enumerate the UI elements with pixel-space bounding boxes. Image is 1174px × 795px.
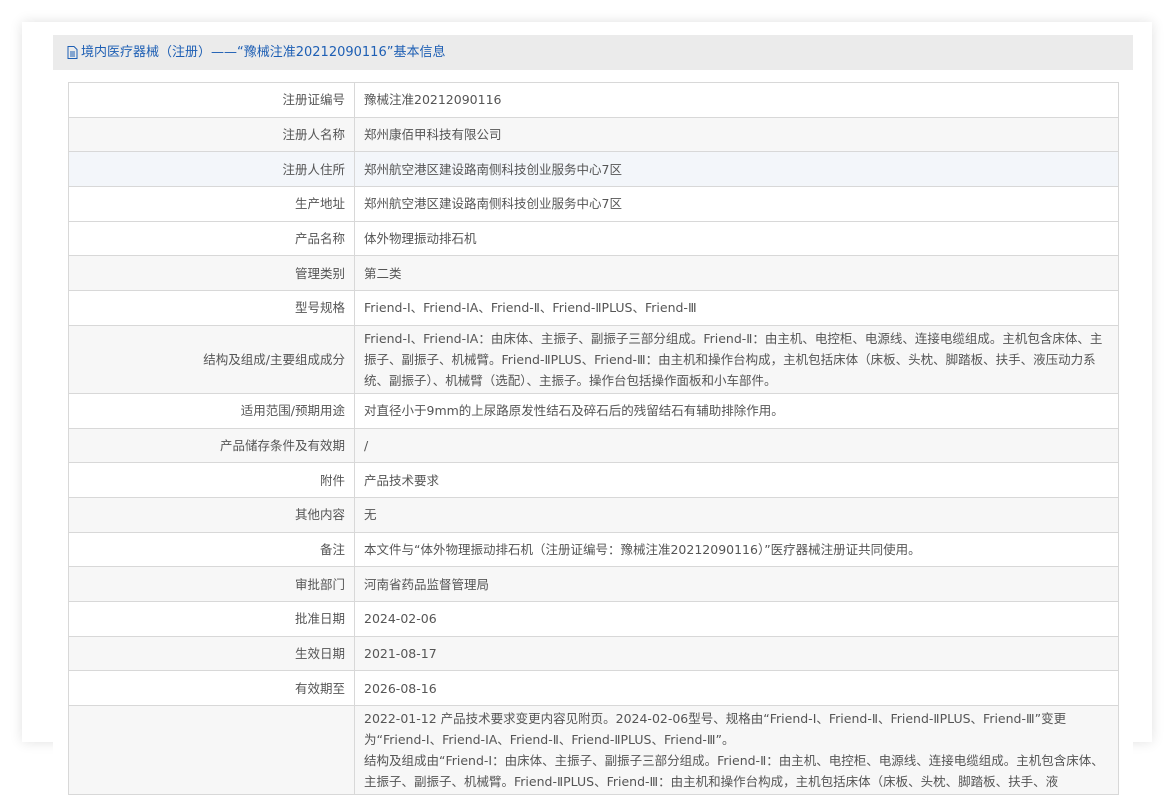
table-row: 有效期至 2026-08-16 [68, 670, 1119, 706]
table-row: 产品储存条件及有效期 / [68, 427, 1119, 464]
field-label: 生产地址 [68, 186, 355, 222]
table-row: 备注 本文件与“体外物理振动排石机（注册证编号：豫械注准20212090116）”… [68, 531, 1119, 568]
field-value: 本文件与“体外物理振动排石机（注册证编号：豫械注准20212090116）”医疗… [354, 531, 1119, 568]
field-value: 对直径小于9mm的上尿路原发性结石及碎石后的残留结石有辅助排除作用。 [354, 392, 1119, 429]
field-label: 备注 [68, 531, 355, 568]
field-value: 体外物理振动排石机 [354, 220, 1119, 257]
field-label: 其他内容 [68, 496, 355, 533]
field-value: 豫械注准20212090116 [354, 82, 1119, 118]
change-note: 2022-01-12 产品技术要求变更内容见附页。2024-02-06型号、规格… [364, 711, 1067, 747]
change-note: 结构及组成由“Friend-Ⅰ：由床体、主振子、副振子三部分组成。Friend-… [364, 753, 1104, 789]
field-label: 批准日期 [68, 600, 355, 637]
table-row: 其他内容无 [68, 496, 1119, 533]
field-label: 生效日期 [68, 635, 355, 672]
info-panel: 境内医疗器械（注册）——“豫械注准20212090116”基本信息 注册证编号豫… [53, 35, 1133, 795]
field-label: 管理类别 [68, 255, 355, 292]
field-label: 型号规格 [68, 290, 355, 326]
field-value: Friend-Ⅰ、Friend-ⅠA：由床体、主振子、副振子三部分组成。Frie… [354, 324, 1119, 394]
info-table: 注册证编号 豫械注准20212090116 注册人名称 郑州康佰甲科技有限公司 注册人住… [68, 82, 1119, 795]
panel-title: 境内医疗器械（注册）——“豫械注准20212090116”基本信息 [81, 45, 446, 60]
field-value: 郑州康佰甲科技有限公司 [354, 116, 1119, 153]
table-row: 注册人住所 郑州航空港区建设路南侧科技创业服务中心7区 [68, 151, 1119, 188]
field-label: 注册证编号 [68, 82, 355, 118]
table-row: 注册证编号 豫械注准20212090116 [68, 82, 1119, 118]
field-label: 结构及组成/主要组成成分 [68, 324, 355, 394]
table-row: 型号规格 Friend-Ⅰ、Friend-ⅠA、Friend-Ⅱ、Friend-Ⅱ… [68, 290, 1119, 326]
field-label [68, 705, 355, 795]
field-value: Friend-Ⅰ、Friend-ⅠA、Friend-Ⅱ、Friend-ⅡPLUS… [354, 290, 1119, 326]
field-value: 2021-08-17 [354, 635, 1119, 672]
table-row: 注册人名称 郑州康佰甲科技有限公司 [68, 116, 1119, 153]
field-label: 审批部门 [68, 566, 355, 602]
field-value: 郑州航空港区建设路南侧科技创业服务中心7区 [354, 186, 1119, 222]
field-label: 产品储存条件及有效期 [68, 427, 355, 464]
table-row: 审批部门 河南省药品监督管理局 [68, 566, 1119, 602]
document-icon [67, 46, 78, 59]
panel-header: 境内医疗器械（注册）——“豫械注准20212090116”基本信息 [53, 35, 1133, 70]
table-row: 生效日期 2021-08-17 [68, 635, 1119, 672]
table-row: 2022-01-12 产品技术要求变更内容见附页。2024-02-06型号、规格… [68, 705, 1119, 795]
field-value: 2024-02-06 [354, 600, 1119, 637]
table-row: 产品名称 体外物理振动排石机 [68, 220, 1119, 257]
field-value: 无 [354, 496, 1119, 533]
field-label: 适用范围/预期用途 [68, 392, 355, 429]
table-row: 生产地址 郑州航空港区建设路南侧科技创业服务中心7区 [68, 186, 1119, 222]
field-label: 产品名称 [68, 220, 355, 257]
field-value: 郑州航空港区建设路南侧科技创业服务中心7区 [354, 151, 1119, 188]
field-value: 产品技术要求 [354, 462, 1119, 498]
field-value: 第二类 [354, 255, 1119, 292]
field-value: 2026-08-16 [354, 670, 1119, 706]
table-row: 批准日期 2024-02-06 [68, 600, 1119, 637]
table-row: 结构及组成/主要组成成分 Friend-Ⅰ、Friend-ⅠA：由床体、主振子、副… [68, 324, 1119, 394]
field-label: 有效期至 [68, 670, 355, 706]
field-value: / [354, 427, 1119, 464]
table-row: 管理类别 第二类 [68, 255, 1119, 292]
table-row: 附件 产品技术要求 [68, 462, 1119, 498]
field-label: 注册人住所 [68, 151, 355, 188]
field-value: 2022-01-12 产品技术要求变更内容见附页。2024-02-06型号、规格… [354, 705, 1119, 795]
field-label: 注册人名称 [68, 116, 355, 153]
field-label: 附件 [68, 462, 355, 498]
table-row: 适用范围/预期用途 对直径小于9mm的上尿路原发性结石及碎石后的残留结石有辅助排除… [68, 392, 1119, 429]
page-frame: 境内医疗器械（注册）——“豫械注准20212090116”基本信息 注册证编号豫… [22, 22, 1152, 795]
field-value: 河南省药品监督管理局 [354, 566, 1119, 602]
